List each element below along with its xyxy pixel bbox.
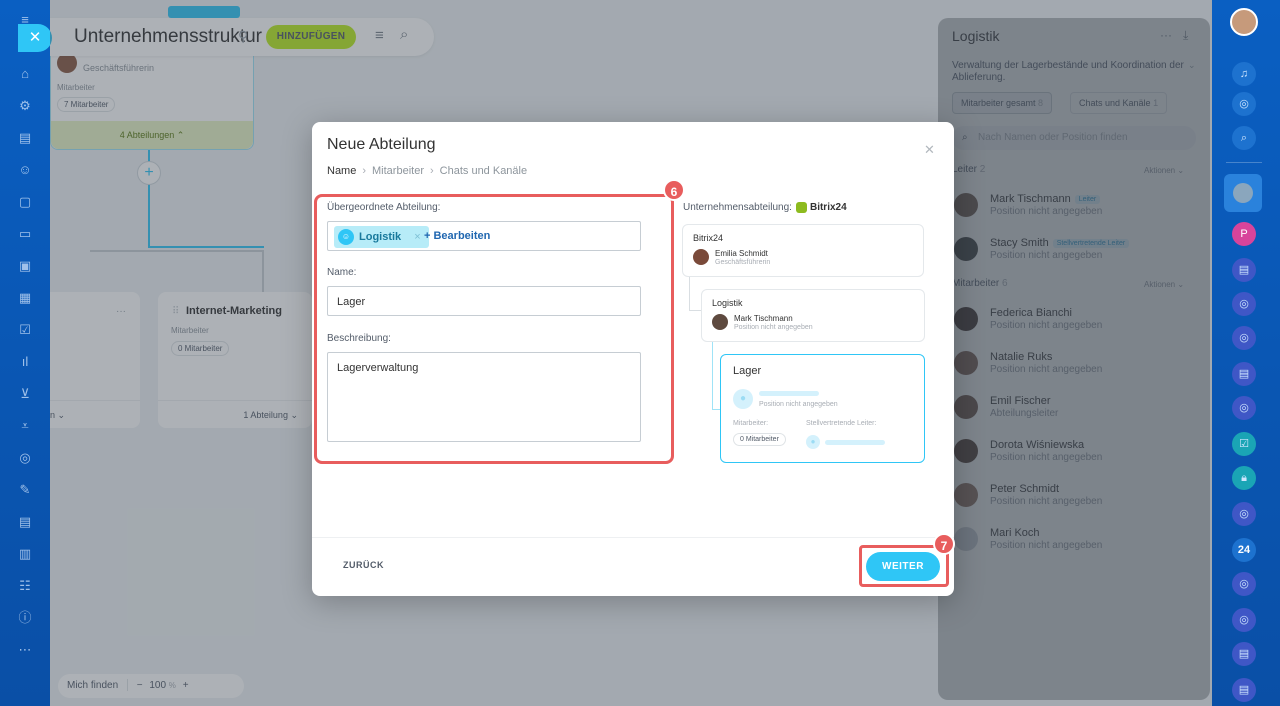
avatar: [1233, 183, 1253, 203]
filter-icon[interactable]: ⩡: [17, 418, 33, 434]
search-icon[interactable]: ⌕: [1232, 126, 1256, 150]
channel-icon[interactable]: ◎: [1232, 292, 1256, 316]
gear-icon[interactable]: ⚙: [17, 98, 33, 114]
inbox-icon[interactable]: ▭: [17, 226, 33, 242]
preview-connector: [689, 310, 701, 311]
close-slider-button[interactable]: ✕: [18, 24, 52, 52]
chat-avatar[interactable]: P: [1232, 222, 1256, 246]
more-icon[interactable]: ⋯: [17, 642, 33, 658]
chat-icon[interactable]: ▤: [1232, 362, 1256, 386]
preview-role: Position nicht angegeben: [759, 401, 838, 408]
back-button[interactable]: ZURÜCK: [343, 560, 384, 570]
monitor-icon[interactable]: ▣: [17, 258, 33, 274]
chevron-right-icon: ›: [362, 165, 367, 177]
file-icon[interactable]: ▢: [17, 194, 33, 210]
channel-icon[interactable]: ◎: [1232, 396, 1256, 420]
target-icon[interactable]: ◎: [17, 450, 33, 466]
preview-person: Emilia Schmidt: [715, 249, 768, 258]
close-icon: ✕: [28, 29, 42, 46]
step-name[interactable]: Name: [327, 165, 356, 177]
channel-icon[interactable]: ◎: [1232, 326, 1256, 350]
close-icon[interactable]: ✕: [924, 142, 935, 158]
preview-connector: [712, 342, 713, 410]
channel-icon[interactable]: ◎: [1232, 608, 1256, 632]
task-icon[interactable]: ☑: [1232, 432, 1256, 456]
company-icon: [795, 202, 807, 213]
divider: [312, 537, 954, 538]
preview-header: Unternehmensabteilung: Bitrix24: [683, 202, 847, 213]
name-placeholder: [759, 391, 819, 396]
bitrix24-icon[interactable]: 24: [1232, 538, 1256, 562]
preview-new-department-card: Lager ● Position nicht angegeben Mitarbe…: [720, 354, 925, 463]
chat-icon[interactable]: ▤: [1232, 678, 1256, 702]
lock-icon[interactable]: 🔒︎: [1232, 466, 1256, 490]
step-employees[interactable]: Mitarbeiter: [372, 165, 424, 177]
preview-person: Mark Tischmann: [734, 314, 793, 323]
calendar-icon[interactable]: ▦: [17, 290, 33, 306]
divider: [1226, 162, 1262, 163]
step-number-badge: 6: [663, 179, 685, 201]
wizard-steps: Name › Mitarbeiter › Chats und Kanäle: [327, 165, 527, 177]
chat-icon[interactable]: ▤: [1232, 258, 1256, 282]
preview-card-title: Logistik: [712, 298, 743, 308]
name-placeholder: [825, 440, 885, 445]
members-count: 0 Mitarbeiter: [733, 433, 786, 446]
left-navigation-rail: ≡ ⌂ ⚙ ▤ ☺ ▢ ▭ ▣ ▦ ☑ ıl ⊻ ⩡ ◎ ✎ ▤ ▥ ☷ ⓘ ⋯: [0, 0, 50, 706]
company-icon[interactable]: ▥: [17, 546, 33, 562]
highlight-frame-step-6: [314, 194, 674, 464]
preview-role: Geschäftsführerin: [715, 259, 771, 266]
preview-root-card: Bitrix24 Emilia Schmidt Geschäftsführeri…: [682, 224, 924, 277]
step-number-badge: 7: [933, 533, 955, 555]
chevron-right-icon: ›: [429, 165, 434, 177]
new-department-dialog: Neue Abteilung ✕ Name › Mitarbeiter › Chats …: [312, 122, 955, 596]
users-icon[interactable]: ☺: [17, 162, 33, 178]
chart-icon[interactable]: ıl: [17, 354, 33, 370]
preview-label: Unternehmensabteilung:: [683, 202, 792, 214]
preview-card-title: Lager: [733, 365, 762, 377]
preview-parent-card: Logistik Mark Tischmann Position nicht a…: [701, 289, 925, 342]
preview-connector: [689, 277, 690, 311]
channel-icon[interactable]: ◎: [1232, 572, 1256, 596]
home-icon[interactable]: ⌂: [17, 66, 33, 82]
preview-role: Position nicht angegeben: [734, 324, 813, 331]
step-chats[interactable]: Chats und Kanäle: [440, 165, 527, 177]
members-label: Mitarbeiter:: [733, 420, 769, 427]
bell-icon[interactable]: ♫: [1232, 62, 1256, 86]
cart-icon[interactable]: ⊻: [17, 386, 33, 402]
dialog-title: Neue Abteilung: [327, 136, 436, 153]
avatar-placeholder-icon: ●: [806, 435, 820, 449]
document-icon[interactable]: ▤: [17, 130, 33, 146]
pen-icon[interactable]: ✎: [17, 482, 33, 498]
preview-connector: [712, 409, 720, 410]
company-name: Bitrix24: [809, 202, 847, 214]
avatar: [693, 249, 709, 265]
right-apps-rail: ♫ ◎ ⌕ P ▤ ◎ ◎ ▤ ◎ ☑ 🔒︎ ◎ 24 ◎ ◎ ▤ ▤: [1212, 0, 1280, 706]
avatar: [712, 314, 728, 330]
chat-icon[interactable]: ▤: [1232, 642, 1256, 666]
box-icon[interactable]: ▤: [17, 514, 33, 530]
info-icon[interactable]: ⓘ: [17, 610, 33, 626]
group-icon[interactable]: ☷: [17, 578, 33, 594]
checkbox-icon[interactable]: ☑: [17, 322, 33, 338]
preview-card-title: Bitrix24: [693, 233, 724, 243]
deputy-label: Stellvertretende Leiter:: [806, 420, 877, 427]
activity-icon[interactable]: ◎: [1232, 92, 1256, 116]
channel-icon[interactable]: ◎: [1232, 502, 1256, 526]
user-avatar[interactable]: [1230, 8, 1258, 36]
active-chat-avatar[interactable]: [1224, 174, 1262, 212]
avatar-placeholder-icon: ●: [733, 389, 753, 409]
